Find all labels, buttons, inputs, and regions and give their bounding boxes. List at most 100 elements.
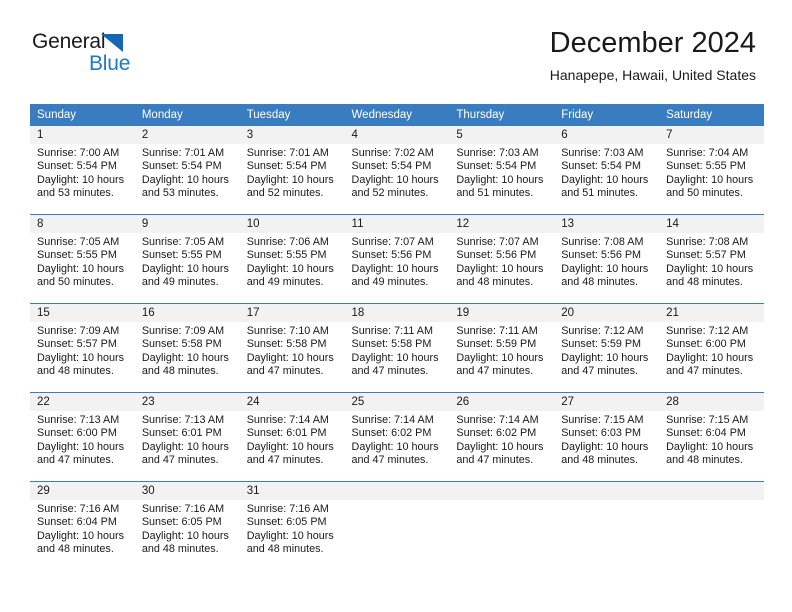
daylight-text-line2: and 52 minutes.	[246, 187, 324, 200]
day-number: 22	[30, 393, 135, 411]
sunset-text: Sunset: 6:05 PM	[141, 516, 222, 529]
sunset-text: Sunset: 5:54 PM	[141, 160, 222, 173]
day-info: Sunrise: 7:14 AM Sunset: 6:02 PM Dayligh…	[345, 411, 450, 468]
sunrise-text: Sunrise: 7:08 AM	[561, 236, 644, 248]
day-cell[interactable]: 2 Sunrise: 7:01 AM Sunset: 5:54 PM Dayli…	[134, 126, 240, 215]
day-cell[interactable]: 3 Sunrise: 7:01 AM Sunset: 5:54 PM Dayli…	[239, 126, 345, 215]
daylight-text-line1: Daylight: 10 hours	[141, 262, 229, 275]
day-cell[interactable]: 14 Sunrise: 7:08 AM Sunset: 5:57 PM Dayl…	[659, 214, 764, 304]
day-cell[interactable]: 4 Sunrise: 7:02 AM Sunset: 5:54 PM Dayli…	[344, 126, 450, 215]
daylight-text-line2: and 47 minutes.	[246, 365, 324, 378]
day-info: Sunrise: 7:00 AM Sunset: 5:54 PM Dayligh…	[30, 144, 135, 201]
day-cell[interactable]: 24 Sunrise: 7:14 AM Sunset: 6:01 PM Dayl…	[239, 392, 345, 482]
daylight-text-line1: Daylight: 10 hours	[351, 262, 439, 275]
day-number: 24	[239, 393, 345, 411]
day-number: 12	[449, 215, 555, 233]
day-cell[interactable]: 26 Sunrise: 7:14 AM Sunset: 6:02 PM Dayl…	[449, 392, 555, 482]
sunrise-text: Sunrise: 7:13 AM	[141, 414, 225, 426]
sunrise-text: Sunrise: 7:05 AM	[141, 236, 225, 248]
day-info: Sunrise: 7:06 AM Sunset: 5:55 PM Dayligh…	[240, 233, 345, 290]
logo-secondary-text: Blue	[89, 52, 131, 75]
sunrise-text: Sunrise: 7:06 AM	[246, 236, 329, 248]
daylight-text-line1: Daylight: 10 hours	[666, 440, 754, 453]
sunset-text: Sunset: 5:55 PM	[141, 249, 222, 262]
day-cell[interactable]: 7 Sunrise: 7:04 AM Sunset: 5:55 PM Dayli…	[659, 126, 764, 215]
daylight-text-line1: Daylight: 10 hours	[561, 351, 649, 364]
daylight-text-line2: and 48 minutes.	[141, 365, 219, 378]
day-info	[345, 500, 450, 503]
daylight-text-line2: and 47 minutes.	[246, 454, 324, 467]
title-block: December 2024 Hanapepe, Hawaii, United S…	[550, 26, 756, 84]
day-info: Sunrise: 7:07 AM Sunset: 5:56 PM Dayligh…	[449, 233, 554, 290]
day-cell[interactable]: 16 Sunrise: 7:09 AM Sunset: 5:58 PM Dayl…	[134, 303, 240, 393]
day-cell[interactable]: 9 Sunrise: 7:05 AM Sunset: 5:55 PM Dayli…	[134, 214, 240, 304]
daylight-text-line2: and 53 minutes.	[37, 187, 114, 200]
day-info: Sunrise: 7:16 AM Sunset: 6:04 PM Dayligh…	[30, 500, 135, 557]
day-cell[interactable]: 23 Sunrise: 7:13 AM Sunset: 6:01 PM Dayl…	[134, 392, 240, 482]
day-cell[interactable]: 12 Sunrise: 7:07 AM Sunset: 5:56 PM Dayl…	[449, 214, 555, 304]
daylight-text-line1: Daylight: 10 hours	[246, 262, 334, 275]
day-cell[interactable]: 30 Sunrise: 7:16 AM Sunset: 6:05 PM Dayl…	[134, 481, 240, 570]
daylight-text-line2: and 48 minutes.	[456, 276, 534, 289]
day-number: 21	[659, 304, 764, 322]
day-cell[interactable]: 11 Sunrise: 7:07 AM Sunset: 5:56 PM Dayl…	[344, 214, 450, 304]
day-cell[interactable]: 25 Sunrise: 7:14 AM Sunset: 6:02 PM Dayl…	[344, 392, 450, 482]
sunset-text: Sunset: 5:55 PM	[246, 249, 327, 262]
sunrise-text: Sunrise: 7:01 AM	[141, 147, 225, 159]
day-cell[interactable]: 29 Sunrise: 7:16 AM Sunset: 6:04 PM Dayl…	[30, 481, 135, 570]
sunset-text: Sunset: 5:54 PM	[246, 160, 327, 173]
day-cell[interactable]: 13 Sunrise: 7:08 AM Sunset: 5:56 PM Dayl…	[554, 214, 660, 304]
day-info: Sunrise: 7:02 AM Sunset: 5:54 PM Dayligh…	[345, 144, 450, 201]
daylight-text-line2: and 47 minutes.	[666, 365, 743, 378]
sunrise-text: Sunrise: 7:12 AM	[561, 325, 644, 337]
day-cell[interactable]: 17 Sunrise: 7:10 AM Sunset: 5:58 PM Dayl…	[239, 303, 345, 393]
daylight-text-line1: Daylight: 10 hours	[561, 173, 649, 186]
daylight-text-line2: and 50 minutes.	[666, 187, 743, 200]
daylight-text-line2: and 47 minutes.	[351, 365, 429, 378]
day-cell[interactable]: 28 Sunrise: 7:15 AM Sunset: 6:04 PM Dayl…	[659, 392, 764, 482]
day-cell-empty	[554, 481, 660, 570]
day-number: 6	[554, 126, 660, 144]
day-cell[interactable]: 6 Sunrise: 7:03 AM Sunset: 5:54 PM Dayli…	[554, 126, 660, 215]
day-cell[interactable]: 8 Sunrise: 7:05 AM Sunset: 5:55 PM Dayli…	[30, 214, 135, 304]
sunrise-text: Sunrise: 7:15 AM	[666, 414, 749, 426]
sunrise-text: Sunrise: 7:01 AM	[246, 147, 329, 159]
logo-primary-text: General	[32, 30, 106, 53]
sunset-text: Sunset: 5:59 PM	[561, 338, 642, 351]
day-cell[interactable]: 20 Sunrise: 7:12 AM Sunset: 5:59 PM Dayl…	[554, 303, 660, 393]
daylight-text-line2: and 51 minutes.	[456, 187, 534, 200]
day-cell[interactable]: 22 Sunrise: 7:13 AM Sunset: 6:00 PM Dayl…	[30, 392, 135, 482]
day-number: 8	[30, 215, 135, 233]
sunrise-text: Sunrise: 7:10 AM	[246, 325, 329, 337]
day-number	[449, 482, 555, 500]
day-cell[interactable]: 19 Sunrise: 7:11 AM Sunset: 5:59 PM Dayl…	[449, 303, 555, 393]
day-cell[interactable]: 15 Sunrise: 7:09 AM Sunset: 5:57 PM Dayl…	[30, 303, 135, 393]
day-cell[interactable]: 1 Sunrise: 7:00 AM Sunset: 5:54 PM Dayli…	[30, 126, 135, 215]
day-cell[interactable]: 18 Sunrise: 7:11 AM Sunset: 5:58 PM Dayl…	[344, 303, 450, 393]
day-cell[interactable]: 5 Sunrise: 7:03 AM Sunset: 5:54 PM Dayli…	[449, 126, 555, 215]
sunrise-text: Sunrise: 7:03 AM	[456, 147, 539, 159]
day-number: 26	[449, 393, 555, 411]
daylight-text-line2: and 52 minutes.	[351, 187, 429, 200]
sunset-text: Sunset: 5:58 PM	[141, 338, 222, 351]
day-cell[interactable]: 21 Sunrise: 7:12 AM Sunset: 6:00 PM Dayl…	[659, 303, 764, 393]
calendar-week-row: 29 Sunrise: 7:16 AM Sunset: 6:04 PM Dayl…	[30, 481, 764, 570]
day-number: 7	[659, 126, 764, 144]
sunrise-text: Sunrise: 7:15 AM	[561, 414, 644, 426]
day-cell[interactable]: 10 Sunrise: 7:06 AM Sunset: 5:55 PM Dayl…	[239, 214, 345, 304]
day-number: 28	[659, 393, 764, 411]
day-number: 5	[449, 126, 555, 144]
day-cell[interactable]: 31 Sunrise: 7:16 AM Sunset: 6:05 PM Dayl…	[239, 481, 345, 570]
day-number: 11	[344, 215, 450, 233]
day-info: Sunrise: 7:03 AM Sunset: 5:54 PM Dayligh…	[449, 144, 554, 201]
day-info: Sunrise: 7:15 AM Sunset: 6:04 PM Dayligh…	[659, 411, 764, 468]
day-info: Sunrise: 7:14 AM Sunset: 6:02 PM Dayligh…	[449, 411, 554, 468]
day-number: 15	[30, 304, 135, 322]
day-cell[interactable]: 27 Sunrise: 7:15 AM Sunset: 6:03 PM Dayl…	[554, 392, 660, 482]
sunset-text: Sunset: 5:54 PM	[37, 160, 117, 173]
general-blue-logo[interactable]: General Blue	[32, 30, 162, 78]
calendar-table: Sunday Monday Tuesday Wednesday Thursday…	[30, 104, 764, 570]
daylight-text-line1: Daylight: 10 hours	[141, 173, 229, 186]
weekday-header-tuesday: Tuesday	[239, 104, 345, 126]
day-number: 30	[134, 482, 240, 500]
